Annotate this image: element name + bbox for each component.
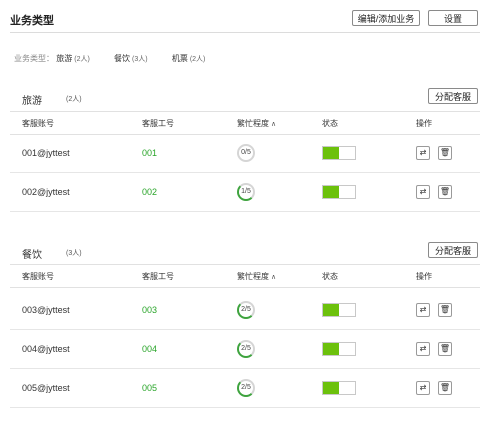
settings-button[interactable]: 设置 [428, 10, 478, 26]
table-row: 004@jyttest 004 2/5 ⇄ 🗑 [10, 330, 480, 369]
status-toggle[interactable] [322, 146, 356, 160]
code-cell: 002 [142, 187, 158, 197]
transfer-icon[interactable]: ⇄ [416, 185, 430, 199]
table-header: 客服账号 客服工号 繁忙程度 ∧ 状态 操作 [10, 264, 480, 288]
trash-icon[interactable]: 🗑 [438, 381, 452, 395]
busy-gauge: 0/5 [237, 144, 255, 162]
account-cell: 004@jyttest [22, 344, 70, 354]
section-count: (3人) [66, 250, 82, 257]
transfer-icon[interactable]: ⇄ [416, 146, 430, 160]
code-cell: 003 [142, 305, 158, 315]
status-toggle[interactable] [322, 185, 356, 199]
busy-gauge: 2/5 [237, 340, 255, 358]
sort-icon[interactable]: ∧ [271, 274, 276, 281]
account-cell: 001@jyttest [22, 148, 70, 158]
col-busy[interactable]: 繁忙程度 ∧ [237, 271, 276, 282]
filter-item-flight[interactable]: 机票 (2人) [172, 53, 206, 64]
sort-icon[interactable]: ∧ [271, 121, 276, 128]
code-cell: 001 [142, 148, 158, 158]
status-toggle[interactable] [322, 303, 356, 317]
status-toggle-fill [323, 382, 339, 394]
status-toggle[interactable] [322, 342, 356, 356]
trash-icon[interactable]: 🗑 [438, 303, 452, 317]
filter-item-catering[interactable]: 餐饮 (3人) [114, 53, 148, 64]
section-count: (2人) [66, 96, 82, 103]
assign-agent-button[interactable]: 分配客服 [428, 88, 478, 104]
status-toggle-fill [323, 186, 339, 198]
status-toggle-fill [323, 147, 339, 159]
table-row: 002@jyttest 002 1/5 ⇄ 🗑 [10, 173, 480, 212]
col-account: 客服账号 [22, 119, 54, 128]
business-type-filter: 业务类型： 旅游 (2人) 餐饮 (3人) 机票 (2人) [14, 53, 227, 64]
busy-gauge: 2/5 [237, 379, 255, 397]
header: 业务类型 编辑/添加业务 设置 [10, 8, 480, 33]
status-toggle[interactable] [322, 381, 356, 395]
trash-icon[interactable]: 🗑 [438, 342, 452, 356]
trash-icon[interactable]: 🗑 [438, 146, 452, 160]
edit-add-business-button[interactable]: 编辑/添加业务 [352, 10, 420, 26]
account-cell: 002@jyttest [22, 187, 70, 197]
col-action: 操作 [416, 272, 432, 281]
col-code: 客服工号 [142, 272, 174, 281]
table-row: 001@jyttest 001 0/5 ⇄ 🗑 [10, 134, 480, 173]
page-title: 业务类型 [10, 15, 54, 27]
status-toggle-fill [323, 343, 339, 355]
section-title: 餐饮 [22, 250, 42, 261]
status-toggle-fill [323, 304, 339, 316]
code-cell: 004 [142, 344, 158, 354]
col-status: 状态 [322, 272, 338, 281]
transfer-icon[interactable]: ⇄ [416, 342, 430, 356]
account-cell: 005@jyttest [22, 383, 70, 393]
col-account: 客服账号 [22, 272, 54, 281]
filter-item-travel[interactable]: 旅游 (2人) [56, 53, 90, 64]
table-row: 003@jyttest 003 2/5 ⇄ 🗑 [10, 291, 480, 330]
trash-icon[interactable]: 🗑 [438, 185, 452, 199]
col-busy[interactable]: 繁忙程度 ∧ [237, 118, 276, 129]
col-code: 客服工号 [142, 119, 174, 128]
code-cell: 005 [142, 383, 158, 393]
col-action: 操作 [416, 119, 432, 128]
col-status: 状态 [322, 119, 338, 128]
account-cell: 003@jyttest [22, 305, 70, 315]
transfer-icon[interactable]: ⇄ [416, 303, 430, 317]
assign-agent-button[interactable]: 分配客服 [428, 242, 478, 258]
busy-gauge: 1/5 [237, 183, 255, 201]
filter-label: 业务类型： [14, 54, 54, 63]
transfer-icon[interactable]: ⇄ [416, 381, 430, 395]
busy-gauge: 2/5 [237, 301, 255, 319]
section-title: 旅游 [22, 96, 42, 107]
table-header: 客服账号 客服工号 繁忙程度 ∧ 状态 操作 [10, 111, 480, 135]
table-row: 005@jyttest 005 2/5 ⇄ 🗑 [10, 369, 480, 408]
